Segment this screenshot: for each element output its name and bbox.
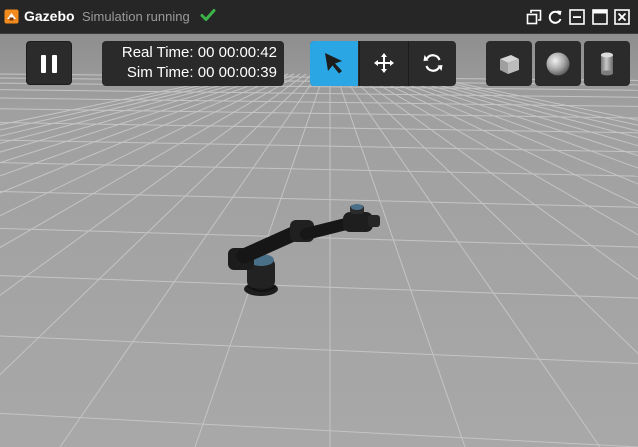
ground-plane	[0, 34, 638, 447]
pause-button[interactable]	[26, 41, 72, 85]
cube-icon	[500, 55, 519, 74]
real-time-value: 00 00:00:42	[197, 44, 277, 61]
move-arrows-icon	[374, 53, 394, 73]
manipulation-toolbar	[310, 41, 456, 86]
rotate-icon	[423, 54, 443, 72]
sim-time-readout: Sim Time: 00 00:00:39	[127, 64, 277, 81]
arrow-pointer-icon	[325, 53, 342, 74]
sim-time-label: Sim Time:	[126, 64, 194, 81]
app-title: Gazebo	[24, 8, 75, 24]
close-icon[interactable]	[614, 9, 630, 25]
translate-tool-button[interactable]	[359, 41, 407, 86]
maximize-icon[interactable]	[592, 9, 608, 25]
scene-viewport[interactable]	[0, 34, 638, 447]
refresh-icon[interactable]	[547, 9, 563, 25]
sim-time-value: 00 00:00:39	[197, 64, 277, 81]
time-panel: Real Time: 00 00:00:42 Sim Time: 00 00:0…	[102, 41, 284, 86]
cylinder-icon	[601, 52, 613, 76]
rotate-tool-button[interactable]	[408, 41, 456, 86]
robot-tool-flange	[368, 215, 380, 227]
select-tool-button[interactable]	[310, 41, 358, 86]
check-icon	[200, 9, 216, 21]
pause-icon	[41, 55, 46, 73]
insert-sphere-button[interactable]	[535, 41, 581, 86]
gazebo-logo-icon	[4, 9, 19, 24]
minimize-icon[interactable]	[569, 9, 585, 25]
real-time-label: Real Time:	[121, 44, 194, 61]
insert-cylinder-button[interactable]	[584, 41, 630, 86]
title-bar: Gazebo Simulation running	[0, 0, 638, 34]
insert-box-button[interactable]	[486, 41, 532, 86]
restore-icon[interactable]	[526, 9, 542, 25]
real-time-readout: Real Time: 00 00:00:42	[122, 44, 277, 61]
gazebo-window: Gazebo Simulation running Real Time: 00 …	[0, 0, 638, 447]
sphere-icon	[546, 52, 570, 76]
simulation-status: Simulation running	[82, 9, 190, 24]
